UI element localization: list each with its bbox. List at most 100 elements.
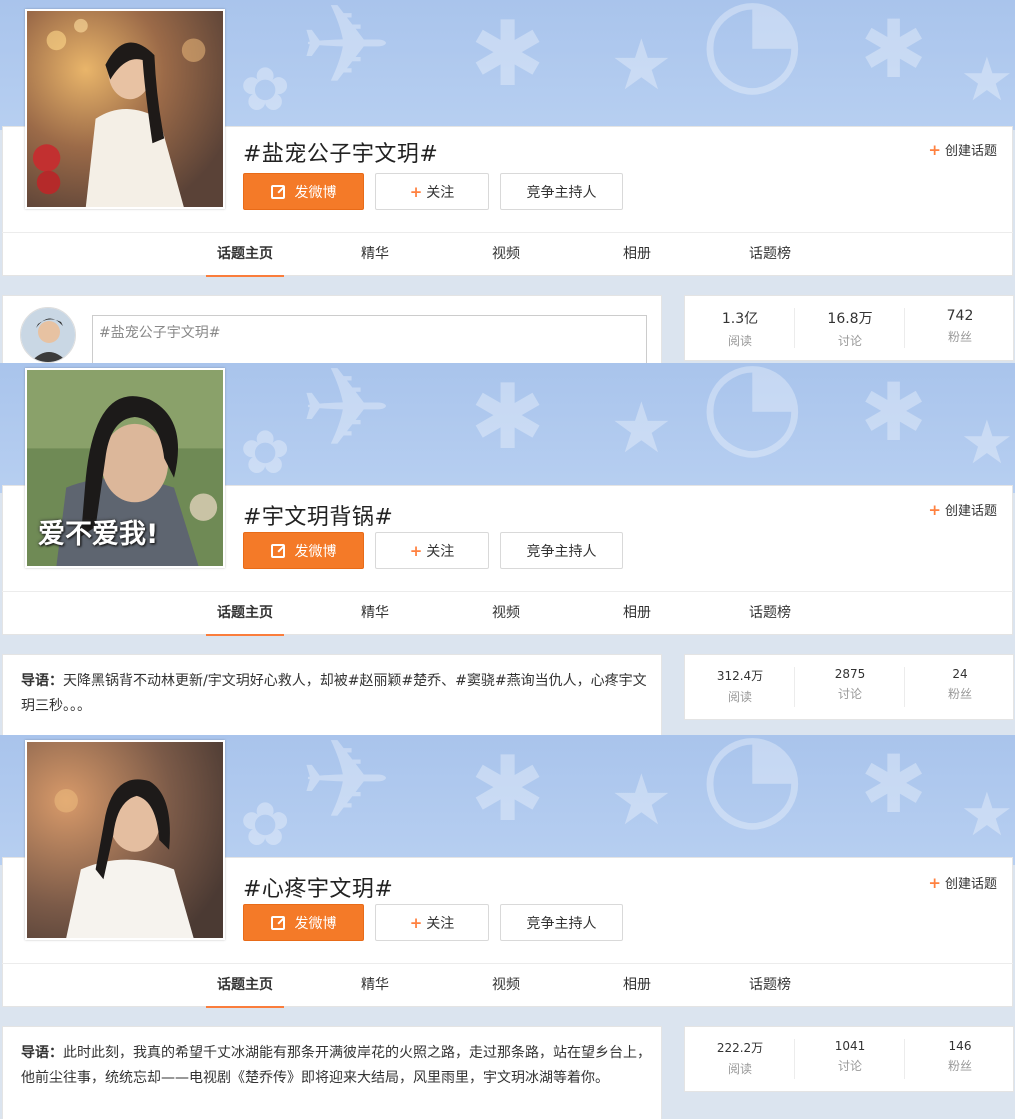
compete-host-button[interactable]: 竞争主持人 [500,532,623,569]
stat-label: 阅读 [727,690,752,704]
stat-value: 1.3亿 [721,311,759,327]
lead-card: 导语：天降黑锅背不动林更新/宇文玥好心救人，却被#赵丽颖#楚乔、#窦骁#燕询当仇… [2,654,662,735]
tab-topic-home[interactable]: 话题主页 [206,592,284,636]
stat-discussions: 16.8万讨论 [795,308,905,349]
tab-topic-ranking[interactable]: 话题榜 [738,964,802,1008]
lead-text: 导语：此时此刻，我真的希望千丈冰湖能有那条开满彼岸花的火照之路，走过那条路，站在… [21,1041,651,1091]
stat-reads: 312.4万 阅读 [685,667,795,705]
post-weibo-button[interactable]: 发微博 [243,904,364,941]
tab-highlights[interactable]: 精华 [345,233,405,277]
stat-label: 讨论 [837,334,862,348]
topic-stats: 222.2万 阅读 1041 讨论 146 粉丝 [684,1026,1014,1092]
cover-caption: 爱不爱我! [38,519,159,550]
stat-value: 24 [952,667,968,681]
tab-video[interactable]: 视频 [476,233,536,277]
stat-label: 讨论 [837,687,862,701]
stat-fans: 146 粉丝 [905,1039,1015,1074]
compete-host-button[interactable]: 竞争主持人 [500,904,623,941]
topic-stats: 312.4万 阅读 2875 讨论 24 粉丝 [684,654,1014,720]
topic-title: #心疼宇文玥# [243,877,394,902]
post-button-label: 发微博 [294,184,337,201]
follow-button-label: 关注 [426,915,455,932]
plus-icon: + [928,141,941,159]
create-topic-label: 创建话题 [944,144,997,159]
create-topic-link[interactable]: + 创建话题 [928,500,997,519]
avatar [20,307,76,363]
tab-topic-ranking[interactable]: 话题榜 [738,592,802,636]
stat-value: 222.2万 [716,1041,764,1055]
edit-icon [270,915,285,930]
stat-value: 146 [948,1039,972,1053]
tab-topic-ranking[interactable]: 话题榜 [738,233,802,277]
topic-stats: 1.3亿阅读 16.8万讨论 742 粉丝 [684,295,1014,361]
stat-value: 742 [946,308,974,324]
plus-icon: + [409,541,423,560]
stat-label: 阅读 [727,1062,752,1076]
follow-button-label: 关注 [426,543,455,560]
tab-topic-home[interactable]: 话题主页 [206,964,284,1008]
lead-body: 天降黑锅背不动林更新/宇文玥好心救人，却被#赵丽颖#楚乔、#窦骁#燕询当仇人，心… [21,673,647,714]
host-button-label: 竞争主持人 [526,543,597,560]
topic-tabs: 话题主页 精华 视频 相册 话题榜 [2,963,1013,1008]
stat-value: 16.8万 [827,311,873,327]
topic-section-2: ✈ ✱ ★ ◔ ✱ ★ ✿ 爱不爱我! #宇文玥背锅# + 创建话题 发微博 + 关… [0,363,1015,735]
lead-text: 导语：天降黑锅背不动林更新/宇文玥好心救人，却被#赵丽颖#楚乔、#窦骁#燕询当仇… [21,669,651,719]
lead-body: 此时此刻，我真的希望千丈冰湖能有那条开满彼岸花的火照之路，走过那条路，站在望乡台… [21,1045,651,1086]
create-topic-label: 创建话题 [944,877,997,892]
tab-highlights[interactable]: 精华 [345,964,405,1008]
follow-button[interactable]: + 关注 [375,904,489,941]
compete-host-button[interactable]: 竞争主持人 [500,173,623,210]
plus-icon: + [928,501,941,519]
tab-highlights[interactable]: 精华 [345,592,405,636]
post-button-label: 发微博 [294,915,337,932]
topic-tabs: 话题主页 精华 视频 相册 话题榜 [2,232,1013,277]
topic-tabs: 话题主页 精华 视频 相册 话题榜 [2,591,1013,636]
tab-album[interactable]: 相册 [607,592,667,636]
lead-card: 导语：此时此刻，我真的希望千丈冰湖能有那条开满彼岸花的火照之路，走过那条路，站在… [2,1026,662,1119]
stat-label: 粉丝 [947,687,972,701]
follow-button-label: 关注 [426,184,455,201]
stat-label: 粉丝 [947,1059,972,1073]
create-topic-link[interactable]: + 创建话题 [928,140,997,159]
topic-title: #宇文玥背锅# [243,505,394,530]
lead-label: 导语： [21,1045,63,1061]
edit-icon [270,184,285,199]
stat-value: 1041 [834,1039,866,1053]
composer-input[interactable]: #盐宠公子宇文玥# [92,315,647,363]
stat-label: 讨论 [837,1059,862,1073]
follow-button[interactable]: + 关注 [375,532,489,569]
stat-reads: 222.2万 阅读 [685,1039,795,1077]
lead-label: 导语： [21,673,63,689]
stat-label: 阅读 [727,334,752,348]
stat-label: 粉丝 [947,330,972,344]
edit-icon [270,543,285,558]
tab-topic-home[interactable]: 话题主页 [206,233,284,277]
host-button-label: 竞争主持人 [526,915,597,932]
topic-title: #盐宠公子宇文玥# [243,142,439,167]
plus-icon: + [409,913,423,932]
topic-section-1: ✈ ✱ ★ ◔ ✱ ★ ✿ #盐宠公子宇文玥# +创建话题 发微博 +关注 [0,0,1015,363]
stat-reads: 1.3亿阅读 [685,308,795,349]
stat-discussions: 2875 讨论 [795,667,905,702]
topic-cover-image [25,9,225,209]
follow-button[interactable]: + 关注 [375,173,489,210]
stat-value: 312.4万 [716,669,764,683]
post-button-label: 发微博 [294,543,337,560]
post-weibo-button[interactable]: 发微博 [243,532,364,569]
stat-discussions: 1041 讨论 [795,1039,905,1074]
host-button-label: 竞争主持人 [526,184,597,201]
plus-icon: + [928,874,941,892]
topic-section-3: ✈ ✱ ★ ◔ ✱ ★ ✿ #心疼宇文玥# + 创建话题 发微博 + 关注 竞争主持… [0,735,1015,1119]
tab-video[interactable]: 视频 [476,592,536,636]
tab-video[interactable]: 视频 [476,964,536,1008]
stat-fans: 742 粉丝 [905,308,1015,345]
stat-fans: 24 粉丝 [905,667,1015,702]
topic-cover-image [25,740,225,940]
post-weibo-button[interactable]: 发微博 [243,173,364,210]
create-topic-link[interactable]: + 创建话题 [928,873,997,892]
create-topic-label: 创建话题 [944,504,997,519]
plus-icon: + [409,182,423,201]
tab-album[interactable]: 相册 [607,233,667,277]
tab-album[interactable]: 相册 [607,964,667,1008]
composer-card: #盐宠公子宇文玥# [2,295,662,363]
